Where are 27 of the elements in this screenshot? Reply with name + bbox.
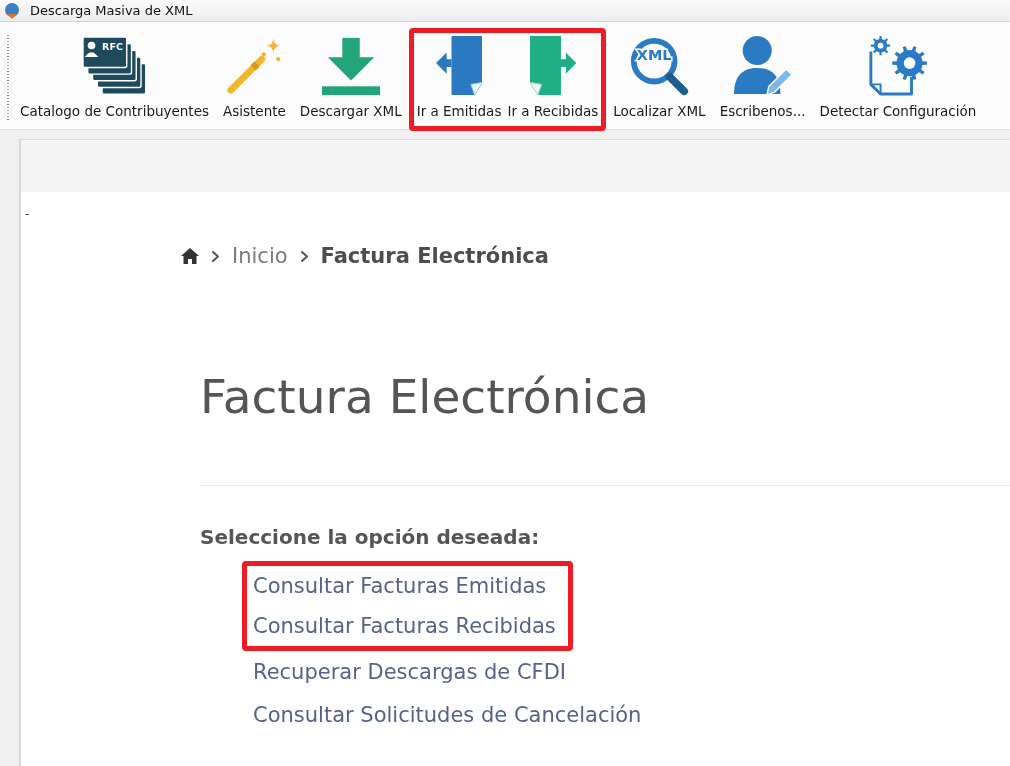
window-title: Descarga Masiva de XML: [30, 3, 193, 18]
toolbar-button[interactable]: Descargar XML: [292, 35, 409, 119]
home-icon[interactable]: [181, 248, 199, 264]
document-arrow-left-icon: [435, 36, 483, 96]
option-link[interactable]: Consultar Facturas Recibidas: [253, 606, 556, 646]
chevron-icon: [211, 249, 220, 263]
prompt-text: Seleccione la opción deseada:: [200, 524, 540, 551]
option-link[interactable]: Recuperar Descargas de CFDI: [253, 651, 567, 694]
download-icon: [321, 36, 380, 96]
toolbar-button[interactable]: XML Localizar XML: [606, 35, 713, 119]
toolbar-button[interactable]: Asistente: [216, 35, 293, 119]
chevron-icon: [299, 249, 309, 263]
app-logo-icon: [4, 2, 20, 19]
toolbar-button[interactable]: Ir a Recibidas: [504, 35, 602, 119]
page-heading: Factura Electrónica: [200, 369, 650, 425]
toolbar-button[interactable]: RFC Catalogo de Contribuyentes: [13, 35, 216, 119]
option-link[interactable]: Consultar Facturas Emitidas: [253, 566, 547, 606]
toolbar-button[interactable]: Detectar Configuración: [812, 35, 984, 119]
toolbar-button[interactable]: Ir a Emitidas: [413, 35, 505, 119]
document-gears-icon: [866, 36, 929, 96]
marker-text: -: [25, 207, 30, 221]
document-arrow-right-icon: [529, 36, 577, 96]
toolbar-button[interactable]: Escribenos...: [712, 35, 813, 119]
breadcrumb-link[interactable]: Inicio: [232, 242, 288, 270]
user-pencil-icon: [733, 36, 792, 96]
option-link[interactable]: Consultar Solicitudes de Cancelación: [253, 694, 642, 737]
breadcrumb-current: Factura Electrónica: [320, 243, 549, 270]
